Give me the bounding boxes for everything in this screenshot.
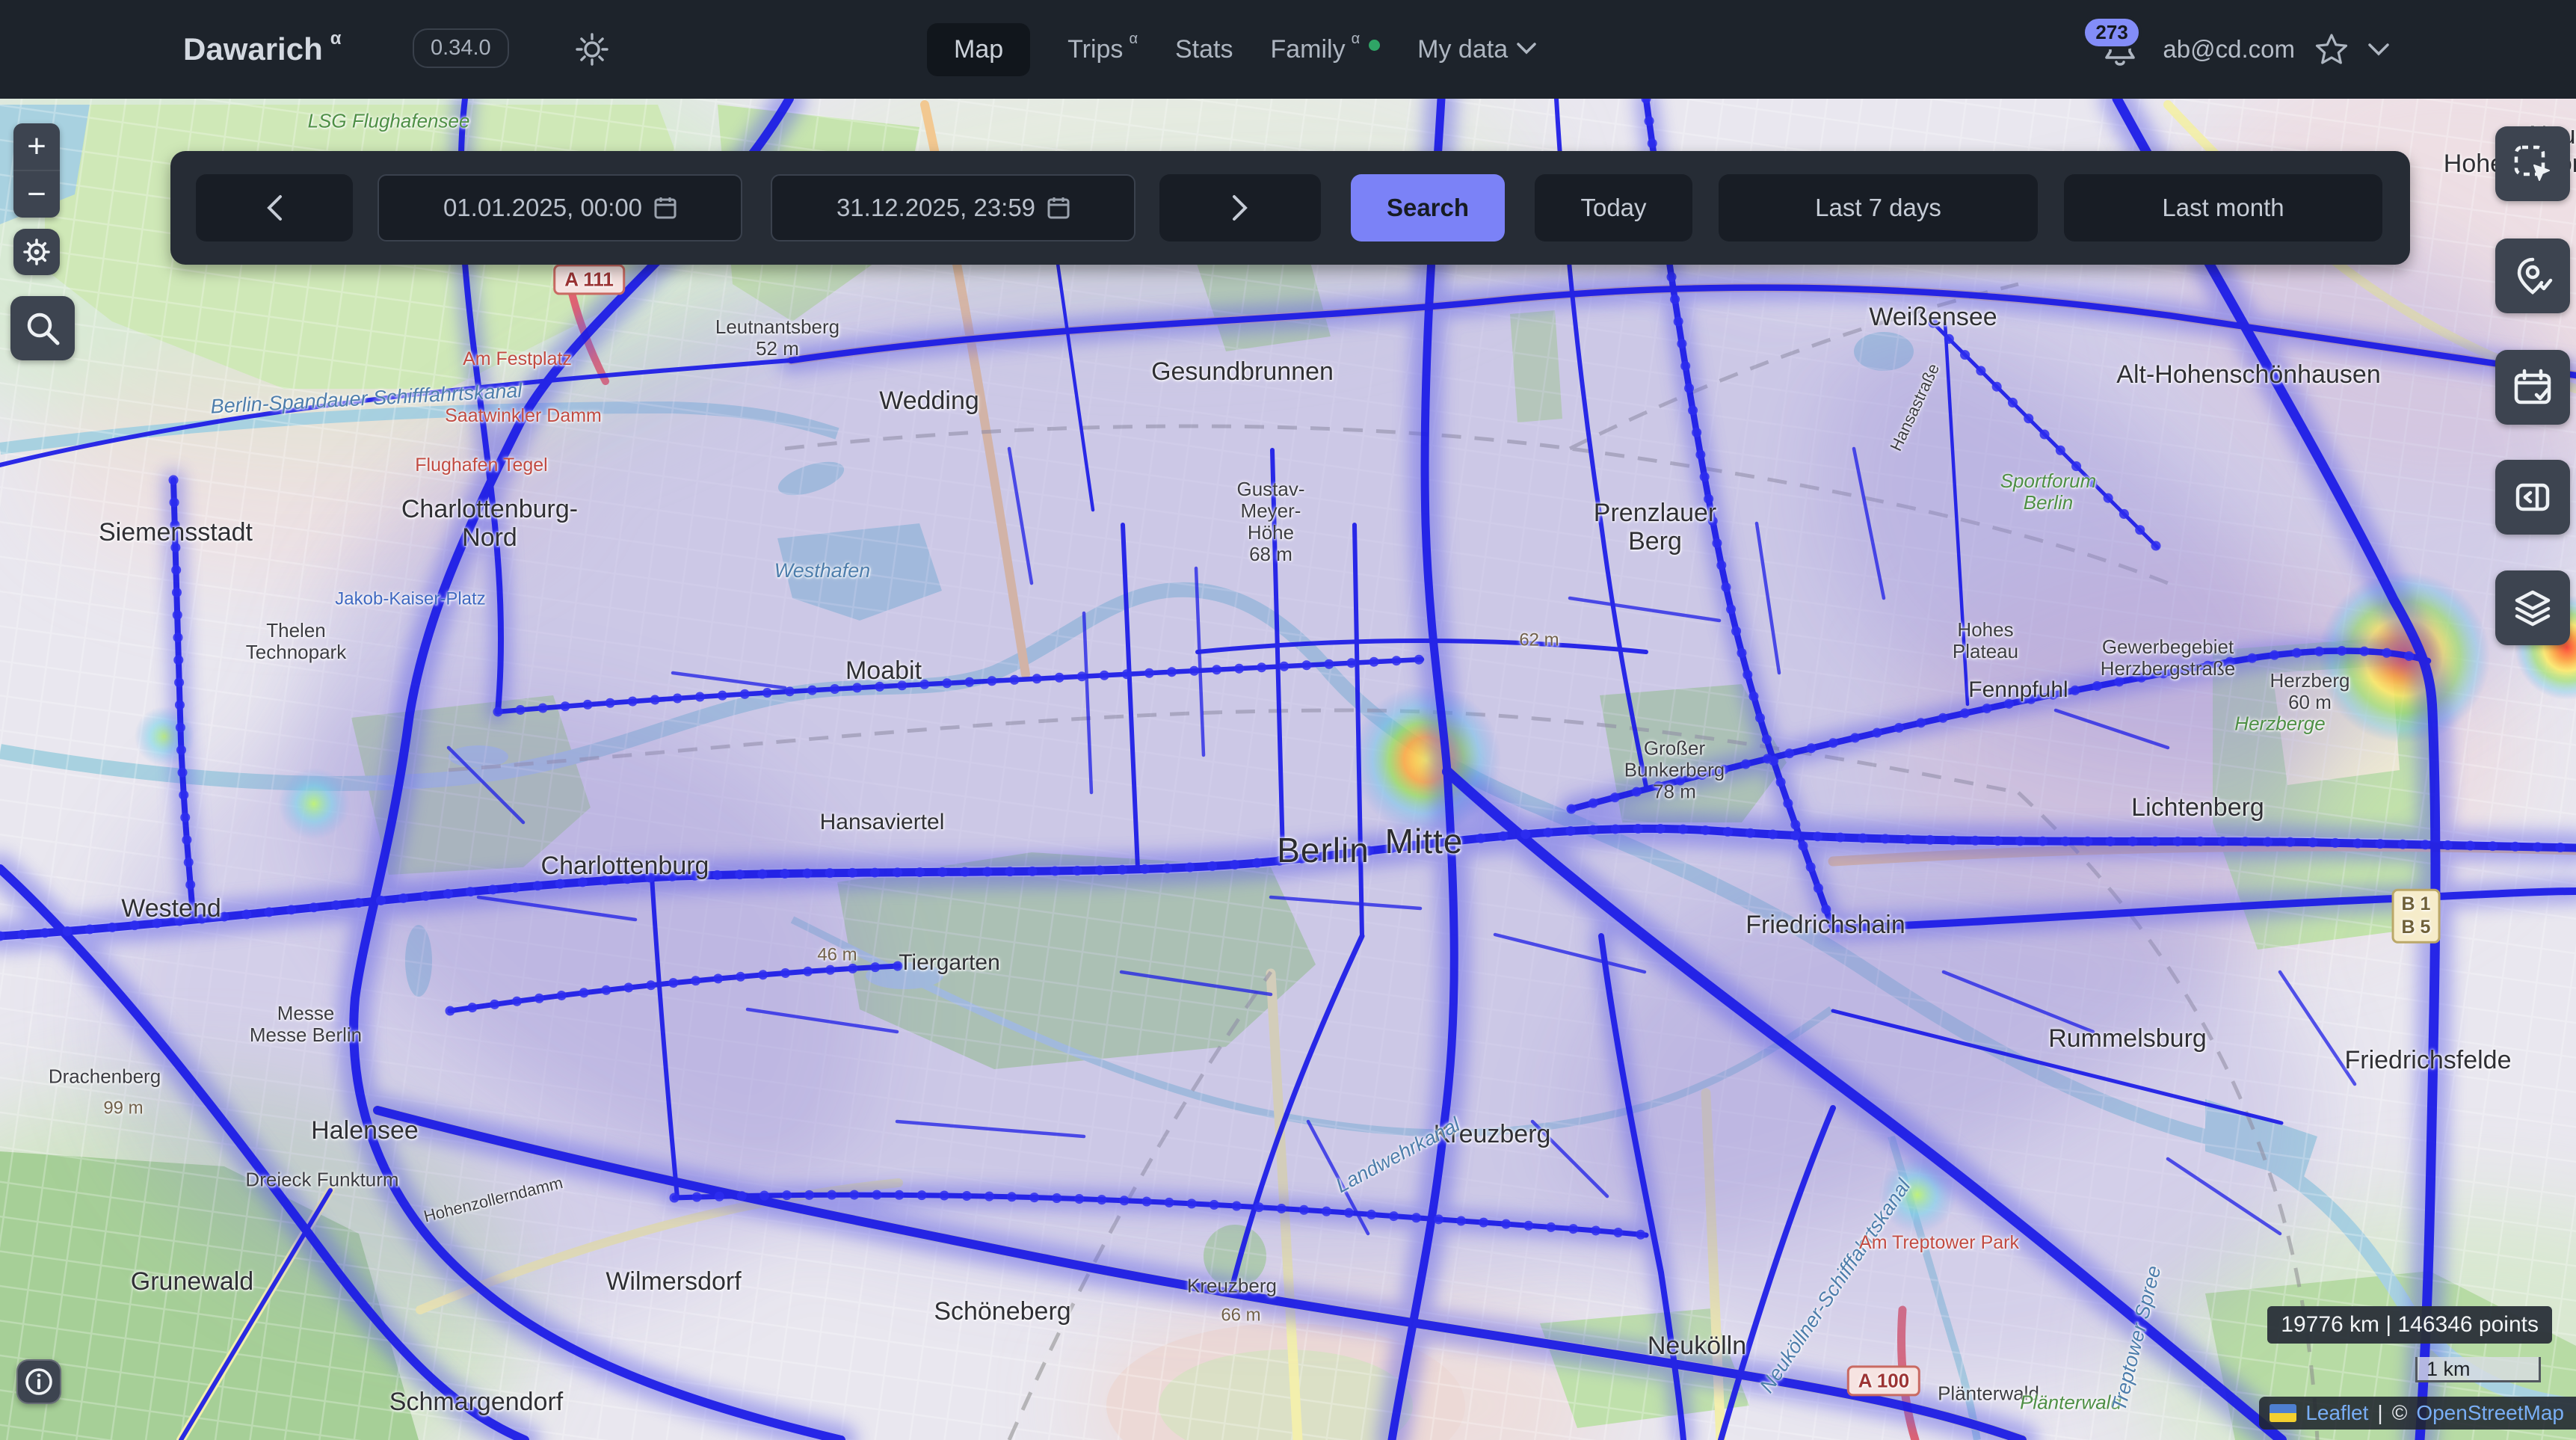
map-scale-control: 1 km <box>2415 1357 2541 1382</box>
last-7-days-button[interactable]: Last 7 days <box>1719 174 2038 241</box>
chevron-left-icon <box>266 194 283 221</box>
calendar-icon <box>654 196 677 220</box>
notification-count-badge[interactable]: 273 <box>2082 16 2141 49</box>
navbar: Dawarich α 0.34.0 Map Tripsα Stats Famil… <box>0 0 2576 99</box>
tab-trips[interactable]: Tripsα <box>1067 35 1138 64</box>
map-search-button[interactable] <box>10 296 75 360</box>
family-status-dot <box>1369 40 1380 51</box>
tab-family[interactable]: Familyα <box>1270 35 1380 64</box>
alpha-flag: α <box>330 28 342 49</box>
visited-places-button[interactable] <box>2495 239 2570 313</box>
select-area-icon <box>2512 143 2554 185</box>
gear-icon <box>21 236 52 268</box>
tab-map[interactable]: Map <box>927 23 1030 76</box>
alpha-flag: α <box>1129 31 1138 48</box>
version-badge: 0.34.0 <box>413 28 509 68</box>
calendar-check-icon <box>2512 366 2554 408</box>
tab-my-data[interactable]: My data <box>1417 35 1536 64</box>
calendar-icon <box>1047 196 1070 220</box>
today-button[interactable]: Today <box>1535 174 1692 241</box>
user-area: 273 ab@cd.com <box>2101 0 2389 99</box>
toggle-panel-button[interactable] <box>2495 460 2570 535</box>
copyright-symbol: © <box>2392 1401 2408 1425</box>
calendar-panel-button[interactable] <box>2495 350 2570 425</box>
date-to-input[interactable]: 31.12.2025, 23:59 <box>771 174 1136 241</box>
theme-toggle-button[interactable] <box>574 31 610 67</box>
info-button[interactable] <box>16 1359 61 1404</box>
search-button[interactable]: Search <box>1351 174 1505 241</box>
select-area-button[interactable] <box>2495 126 2570 201</box>
search-icon <box>23 309 62 348</box>
ukraine-flag-icon <box>2270 1404 2296 1422</box>
info-icon <box>24 1367 54 1397</box>
chevron-right-icon <box>1232 194 1248 221</box>
chevron-down-icon <box>1517 43 1536 55</box>
zoom-out-button[interactable]: − <box>13 171 60 218</box>
alpha-flag: α <box>1352 31 1361 48</box>
map-attribution: Leaflet | © OpenStreetMap <box>2259 1397 2576 1430</box>
distance-points-badge: 19776 km | 146346 points <box>2267 1306 2552 1344</box>
notifications-button[interactable]: 273 <box>2101 29 2139 70</box>
user-email[interactable]: ab@cd.com <box>2163 35 2295 64</box>
app-logo[interactable]: Dawarich α <box>183 0 342 99</box>
date-from-input[interactable]: 01.01.2025, 00:00 <box>378 174 742 241</box>
layers-button[interactable] <box>2495 570 2570 645</box>
next-period-button[interactable] <box>1159 174 1321 241</box>
zoom-control: + − <box>13 123 60 218</box>
tab-stats[interactable]: Stats <box>1175 35 1233 64</box>
layers-icon <box>2511 586 2554 630</box>
app: LSG FlughafenseeLeutnantsberg 52 mSiemen… <box>0 0 2576 1440</box>
star-icon[interactable] <box>2314 33 2349 66</box>
osm-link[interactable]: OpenStreetMap <box>2416 1401 2564 1425</box>
attribution-separator: | <box>2377 1401 2382 1425</box>
zoom-in-button[interactable]: + <box>13 123 60 170</box>
sun-icon <box>574 31 610 67</box>
date-control-bar: 01.01.2025, 00:00 31.12.2025, 23:59 Sear… <box>170 151 2410 265</box>
chevron-down-icon[interactable] <box>2368 43 2389 56</box>
leaflet-link[interactable]: Leaflet <box>2305 1401 2368 1425</box>
settings-button[interactable] <box>13 229 60 275</box>
main-nav: Map Tripsα Stats Familyα My data <box>927 0 1536 99</box>
sidebar-collapse-icon <box>2512 476 2554 518</box>
map-pin-check-icon <box>2512 255 2554 297</box>
app-title: Dawarich <box>183 31 323 67</box>
last-month-button[interactable]: Last month <box>2064 174 2382 241</box>
prev-period-button[interactable] <box>196 174 353 241</box>
